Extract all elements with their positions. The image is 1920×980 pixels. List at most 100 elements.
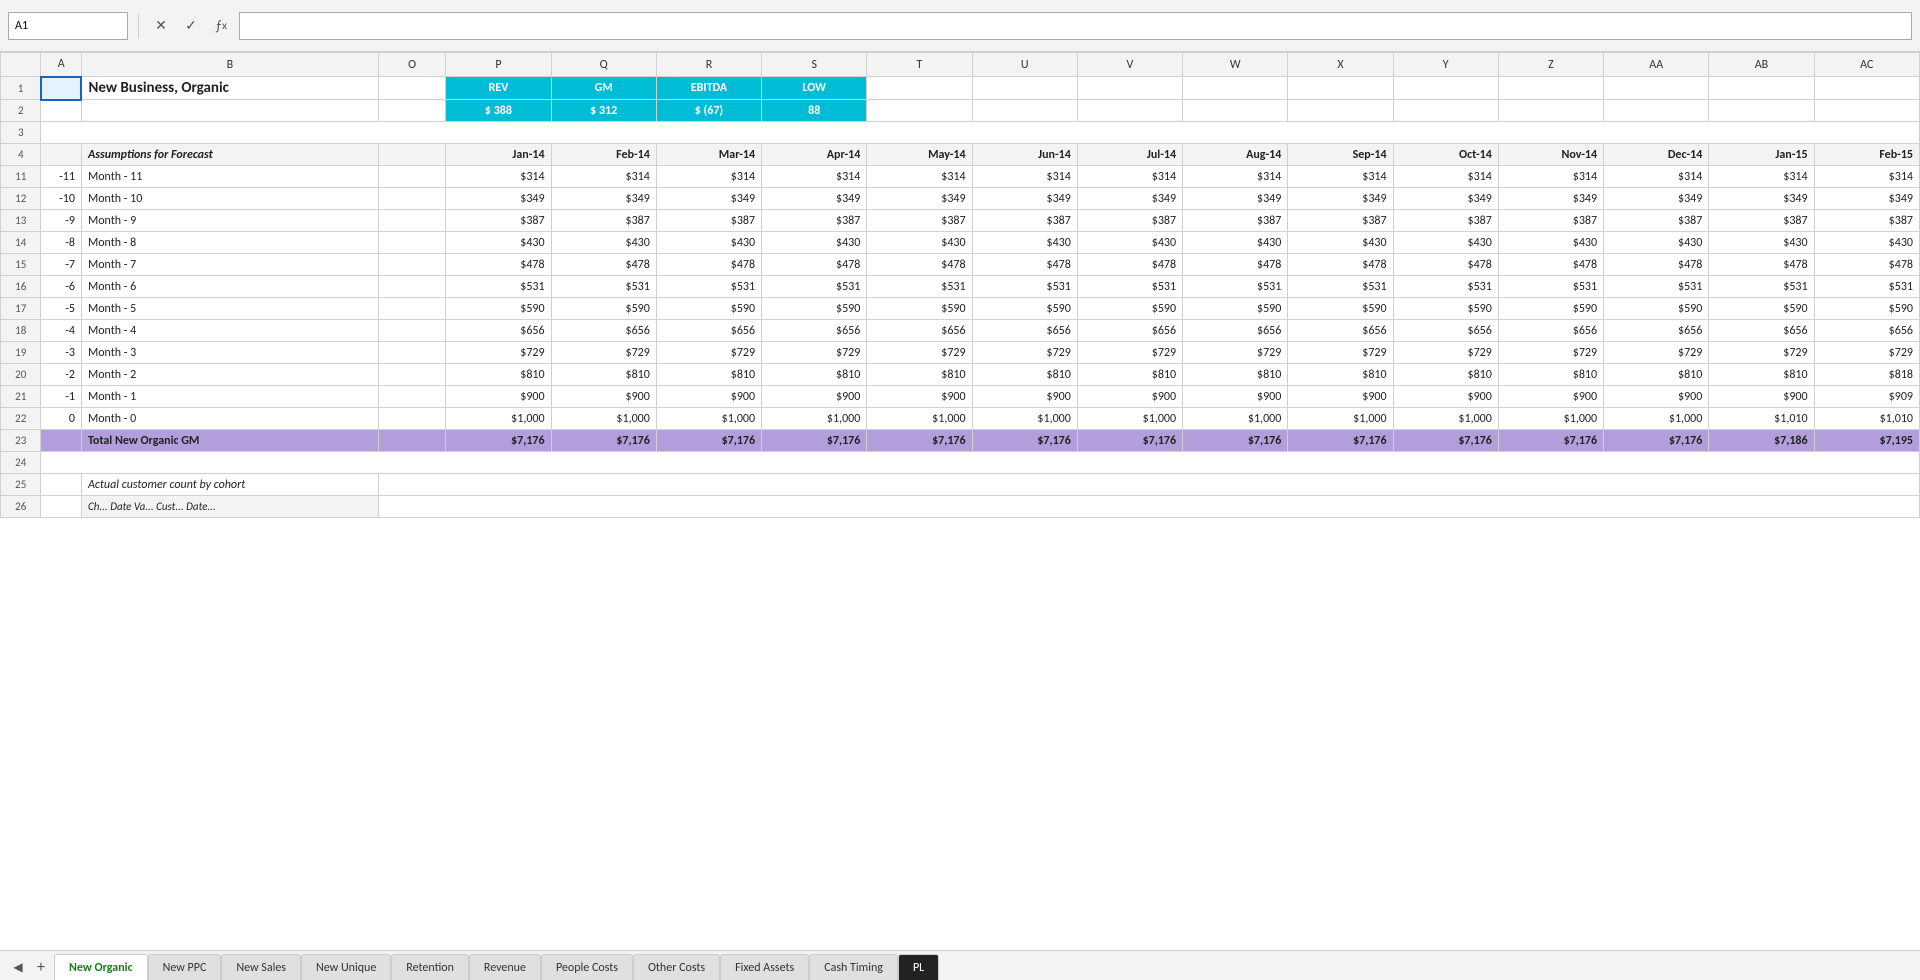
cell-p18[interactable]: $656 <box>446 320 551 342</box>
cell-y20[interactable]: $810 <box>1393 364 1498 386</box>
sheet-nav-left[interactable]: ◀ <box>8 954 28 980</box>
cell-s21[interactable]: $900 <box>762 386 867 408</box>
cell-ab22[interactable]: $1,010 <box>1709 408 1814 430</box>
cell-ab13[interactable]: $387 <box>1709 210 1814 232</box>
cell-a2[interactable] <box>41 100 81 122</box>
cell-a18[interactable]: -4 <box>41 320 81 342</box>
cell-ac15[interactable]: $478 <box>1814 254 1919 276</box>
col-header-o[interactable]: O <box>378 53 445 77</box>
cell-ac20[interactable]: $818 <box>1814 364 1919 386</box>
cell-p4-date[interactable]: Jan-14 <box>446 144 551 166</box>
cell-w16[interactable]: $531 <box>1183 276 1288 298</box>
cell-aa14[interactable]: $430 <box>1604 232 1709 254</box>
cell-s15[interactable]: $478 <box>762 254 867 276</box>
cell-aa17[interactable]: $590 <box>1604 298 1709 320</box>
cell-b20[interactable]: Month - 2 <box>81 364 378 386</box>
sheet-tab-people-costs[interactable]: People Costs <box>541 954 633 980</box>
cell-p15[interactable]: $478 <box>446 254 551 276</box>
formula-bar[interactable] <box>239 12 1912 40</box>
cell-aa23[interactable]: $7,176 <box>1604 430 1709 452</box>
cell-a21[interactable]: -1 <box>41 386 81 408</box>
cell-y23[interactable]: $7,176 <box>1393 430 1498 452</box>
col-header-r[interactable]: R <box>656 53 761 77</box>
cell-a16[interactable]: -6 <box>41 276 81 298</box>
cell-t21[interactable]: $900 <box>867 386 972 408</box>
cell-q14[interactable]: $430 <box>551 232 656 254</box>
cell-b14[interactable]: Month - 8 <box>81 232 378 254</box>
sheet-tab-new-organic[interactable]: New Organic <box>54 954 148 980</box>
col-header-x[interactable]: X <box>1288 53 1393 77</box>
cell-v19[interactable]: $729 <box>1077 342 1182 364</box>
cell-b18[interactable]: Month - 4 <box>81 320 378 342</box>
cell-u23[interactable]: $7,176 <box>972 430 1077 452</box>
cell-name-box[interactable]: A1 <box>8 12 128 40</box>
cell-z2[interactable] <box>1498 100 1603 122</box>
cell-s19[interactable]: $729 <box>762 342 867 364</box>
cell-ab11[interactable]: $314 <box>1709 166 1814 188</box>
cell-w1[interactable] <box>1183 77 1288 100</box>
cell-w4-date[interactable]: Aug-14 <box>1183 144 1288 166</box>
cell-w18[interactable]: $656 <box>1183 320 1288 342</box>
cell-z12[interactable]: $349 <box>1498 188 1603 210</box>
cell-s22[interactable]: $1,000 <box>762 408 867 430</box>
cell-w19[interactable]: $729 <box>1183 342 1288 364</box>
cell-w22[interactable]: $1,000 <box>1183 408 1288 430</box>
cell-s23[interactable]: $7,176 <box>762 430 867 452</box>
cell-s11[interactable]: $314 <box>762 166 867 188</box>
cell-w15[interactable]: $478 <box>1183 254 1288 276</box>
cell-x16[interactable]: $531 <box>1288 276 1393 298</box>
cell-r21[interactable]: $900 <box>656 386 761 408</box>
cell-aa18[interactable]: $656 <box>1604 320 1709 342</box>
cell-t16[interactable]: $531 <box>867 276 972 298</box>
cell-r22[interactable]: $1,000 <box>656 408 761 430</box>
add-sheet-button[interactable]: + <box>28 954 54 980</box>
cell-p22[interactable]: $1,000 <box>446 408 551 430</box>
cell-v17[interactable]: $590 <box>1077 298 1182 320</box>
cell-s16[interactable]: $531 <box>762 276 867 298</box>
cell-b26[interactable]: Ch... Date Va... Cust... Date... <box>81 496 378 518</box>
cell-w2[interactable] <box>1183 100 1288 122</box>
cell-row25-rest[interactable] <box>378 474 1919 496</box>
cell-v14[interactable]: $430 <box>1077 232 1182 254</box>
cell-z14[interactable]: $430 <box>1498 232 1603 254</box>
cell-row26-rest[interactable] <box>378 496 1919 518</box>
cell-w23[interactable]: $7,176 <box>1183 430 1288 452</box>
cell-b25[interactable]: Actual customer count by cohort <box>81 474 378 496</box>
cell-z4-date[interactable]: Nov-14 <box>1498 144 1603 166</box>
cell-w12[interactable]: $349 <box>1183 188 1288 210</box>
cell-ac19[interactable]: $729 <box>1814 342 1919 364</box>
col-header-a[interactable]: A <box>41 53 81 77</box>
cell-o14[interactable] <box>378 232 445 254</box>
cell-t2[interactable] <box>867 100 972 122</box>
cell-o13[interactable] <box>378 210 445 232</box>
cell-y22[interactable]: $1,000 <box>1393 408 1498 430</box>
cell-z22[interactable]: $1,000 <box>1498 408 1603 430</box>
cell-t11[interactable]: $314 <box>867 166 972 188</box>
cell-u11[interactable]: $314 <box>972 166 1077 188</box>
sheet-tab-revenue[interactable]: Revenue <box>469 954 541 980</box>
cell-p13[interactable]: $387 <box>446 210 551 232</box>
cell-p12[interactable]: $349 <box>446 188 551 210</box>
cell-v11[interactable]: $314 <box>1077 166 1182 188</box>
cell-q11[interactable]: $314 <box>551 166 656 188</box>
cell-r1-header[interactable]: EBITDA <box>656 77 761 100</box>
confirm-icon[interactable]: ✓ <box>179 14 203 38</box>
cell-p20[interactable]: $810 <box>446 364 551 386</box>
cell-x1[interactable] <box>1288 77 1393 100</box>
cell-r12[interactable]: $349 <box>656 188 761 210</box>
cell-r18[interactable]: $656 <box>656 320 761 342</box>
cell-o17[interactable] <box>378 298 445 320</box>
cell-t17[interactable]: $590 <box>867 298 972 320</box>
cell-ac12[interactable]: $349 <box>1814 188 1919 210</box>
cell-o20[interactable] <box>378 364 445 386</box>
cell-ab12[interactable]: $349 <box>1709 188 1814 210</box>
cell-s18[interactable]: $656 <box>762 320 867 342</box>
cell-r17[interactable]: $590 <box>656 298 761 320</box>
cell-aa19[interactable]: $729 <box>1604 342 1709 364</box>
cell-a13[interactable]: -9 <box>41 210 81 232</box>
col-header-w[interactable]: W <box>1183 53 1288 77</box>
cell-s14[interactable]: $430 <box>762 232 867 254</box>
cell-b19[interactable]: Month - 3 <box>81 342 378 364</box>
cell-y14[interactable]: $430 <box>1393 232 1498 254</box>
cell-x15[interactable]: $478 <box>1288 254 1393 276</box>
